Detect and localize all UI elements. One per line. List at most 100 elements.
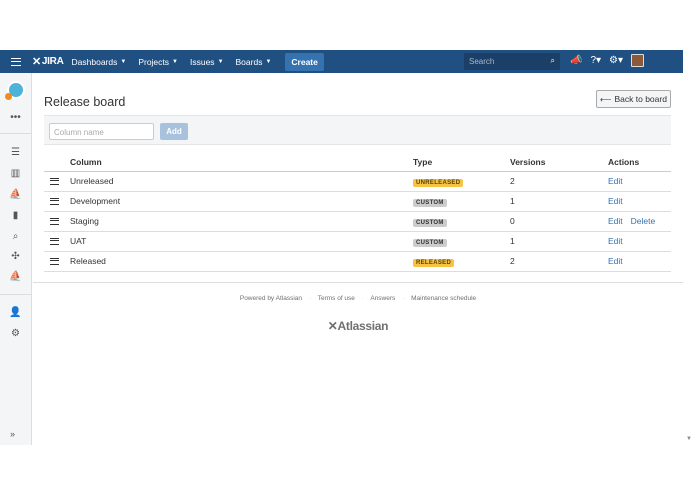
delete-link[interactable]: Delete [631,216,656,226]
edit-link[interactable]: Edit [608,196,623,206]
columns-table: Column Type Versions Actions Unreleased … [44,153,671,272]
type-lozenge: CUSTOM [413,238,447,247]
footer-powered-link[interactable]: Powered by Atlassian [240,295,302,302]
gear-icon[interactable]: ⚙▾ [609,55,623,66]
table-header-row: Column Type Versions Actions [44,153,671,172]
column-type-cell: CUSTOM [413,191,510,212]
column-actions: Edit [608,171,671,192]
column-name: Unreleased [70,171,413,192]
sidebar-divider [0,133,32,134]
nav-dashboards-label: Dashboards [71,56,118,67]
nav-issues[interactable]: Issues ▼ [190,57,224,67]
footer-separator: · [402,295,405,302]
add-column-button[interactable]: Add [160,123,188,140]
footer-answers-link[interactable]: Answers [370,295,395,302]
column-name: Released [70,251,413,272]
column-type-cell: CUSTOM [413,231,510,252]
atlassian-logo-icon: ✕ [327,319,338,333]
expand-sidebar-icon[interactable]: » [10,429,15,439]
user-avatar[interactable] [631,54,645,67]
reports-icon[interactable]: ▮ [9,209,22,222]
drag-handle[interactable] [44,231,70,252]
chevron-down-icon: ▼ [120,58,127,65]
backlog-icon[interactable]: ☰ [9,146,22,159]
issues-icon[interactable]: ⌕ [9,230,22,243]
help-icon[interactable]: ?▾ [590,55,601,66]
header-handle [44,153,70,172]
release-board-panel: Release board ⟵ Back to board Column nam… [33,73,683,283]
megaphone-icon[interactable]: 📣 [570,55,582,66]
nav-boards-label: Boards [235,56,263,67]
drag-handle-icon [50,177,59,185]
back-to-board-button[interactable]: ⟵ Back to board [596,90,671,108]
column-type-cell: CUSTOM [413,211,510,232]
footer-terms-link[interactable]: Terms of use [318,295,355,302]
column-actions: Edit [608,191,671,212]
drag-handle-icon [50,197,59,205]
header-actions: Actions [608,153,671,172]
nav-projects[interactable]: Projects ▼ [138,57,178,67]
drag-handle[interactable] [44,211,70,232]
more-icon[interactable]: ••• [9,111,22,124]
search-icon: ⌕ [550,56,555,65]
edit-link[interactable]: Edit [608,256,623,266]
column-name-input[interactable]: Column name [49,123,154,140]
edit-link[interactable]: Edit [608,216,623,226]
type-lozenge: UNRELEASED [413,178,464,187]
drag-handle[interactable] [44,251,70,272]
table-row: Unreleased UNRELEASED 2 Edit [44,171,671,192]
sidebar-divider [0,294,32,295]
drag-handle[interactable] [44,171,70,192]
column-name: UAT [70,231,413,252]
add-column-row: Column name Add [44,115,671,145]
edit-link[interactable]: Edit [608,176,623,186]
project-sidebar: ••• ☰ ▥ ⛵ ▮ ⌕ ✣ ⛵ 👤 ⚙ » [0,73,32,445]
drag-handle[interactable] [44,191,70,212]
type-lozenge: CUSTOM [413,218,447,227]
page-title: Release board [44,95,126,109]
table-row: Released RELEASED 2 Edit [44,251,671,272]
jira-logo-icon: ✕ [32,56,41,68]
column-name: Development [70,191,413,212]
drag-handle-icon [50,257,59,265]
atlassian-logo[interactable]: ✕Atlassian [33,319,683,333]
chevron-down-icon: ▼ [217,58,224,65]
column-versions: 1 [510,231,608,252]
search-input[interactable]: Search ⌕ [464,53,560,70]
chevron-down-icon: ▼ [265,58,272,65]
column-type-cell: UNRELEASED [413,171,510,192]
chevron-down-icon: ▼ [172,58,178,65]
column-actions: Edit [608,231,671,252]
jira-logo-text: JIRA [41,56,64,67]
releases-icon[interactable]: ⛵ [9,188,22,201]
top-navigation-bar: ✕ JIRA Dashboards ▼ Projects ▼ Issues ▼ … [0,50,683,73]
column-versions: 1 [510,191,608,212]
jira-logo[interactable]: ✕ JIRA [32,55,64,68]
nav-boards[interactable]: Boards ▼ [236,57,272,67]
scroll-down-arrow-icon[interactable]: ▼ [686,436,692,442]
add-people-icon[interactable]: 👤 [9,306,22,319]
table-row: Development CUSTOM 1 Edit [44,191,671,212]
column-versions: 0 [510,211,608,232]
header-column: Column [70,153,413,172]
header-versions: Versions [510,153,608,172]
nav-dashboards[interactable]: Dashboards ▼ [72,57,127,67]
drag-handle-icon [50,217,59,225]
column-versions: 2 [510,251,608,272]
column-name: Staging [70,211,413,232]
board-icon[interactable]: ▥ [9,167,22,180]
project-avatar[interactable] [5,81,25,100]
footer-maintenance-link[interactable]: Maintenance schedule [411,295,476,302]
settings-icon[interactable]: ⚙ [9,327,22,340]
type-lozenge: CUSTOM [413,198,447,207]
type-lozenge: RELEASED [413,258,455,267]
column-versions: 2 [510,171,608,192]
app-switcher-button[interactable] [0,50,32,73]
components-icon[interactable]: ✣ [9,250,22,263]
column-type-cell: RELEASED [413,251,510,272]
release-board-icon[interactable]: ⛵ [9,270,22,283]
edit-link[interactable]: Edit [608,236,623,246]
create-button[interactable]: Create [285,52,324,71]
app-window: ✕ JIRA Dashboards ▼ Projects ▼ Issues ▼ … [0,0,695,494]
header-actions: 📣 ?▾ ⚙▾ [570,54,645,67]
